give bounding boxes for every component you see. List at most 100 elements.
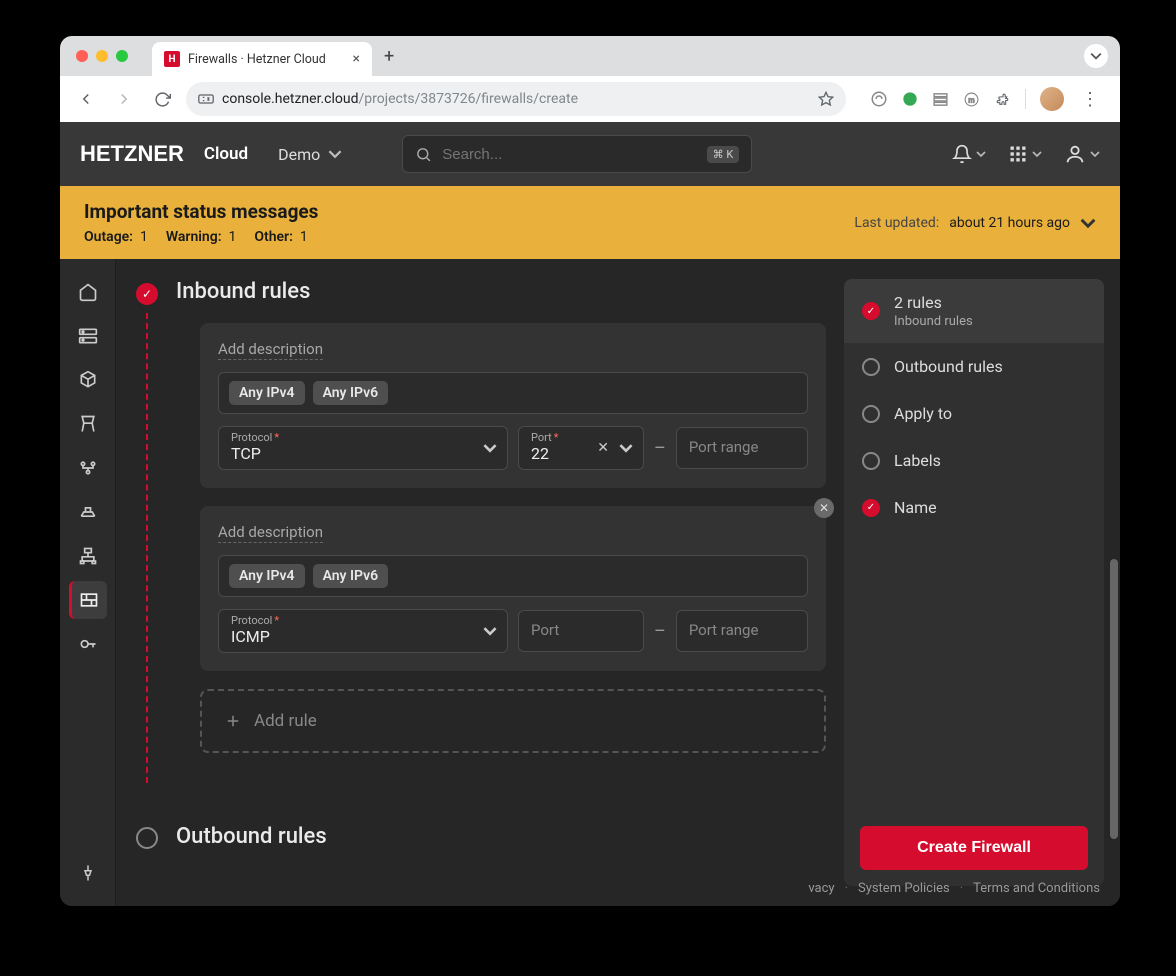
- port-input[interactable]: Port* 22 ✕: [518, 426, 644, 470]
- step-labels[interactable]: Labels: [844, 437, 1104, 484]
- other-count: 1: [300, 229, 308, 245]
- step-outbound[interactable]: Outbound rules: [844, 343, 1104, 390]
- status-title: Important status messages: [84, 200, 318, 223]
- footer-privacy[interactable]: vacy: [808, 881, 834, 896]
- section-bullet-checked: ✓: [136, 283, 158, 305]
- sidebar: [60, 259, 116, 906]
- search-box[interactable]: ⌘ K: [402, 135, 752, 173]
- chevron-down-icon: [483, 624, 497, 638]
- status-expand-button[interactable]: [1080, 215, 1096, 231]
- step-inbound[interactable]: ✓ 2 rules Inbound rules: [844, 279, 1104, 343]
- chevron-down-icon: [976, 149, 986, 159]
- ip-chip[interactable]: Any IPv4: [229, 381, 305, 405]
- scrollbar-thumb[interactable]: [1110, 559, 1118, 839]
- profile-avatar[interactable]: [1040, 87, 1064, 111]
- sidebar-volumes[interactable]: [69, 361, 107, 399]
- ip-chip[interactable]: Any IPv6: [313, 381, 389, 405]
- sidebar-home[interactable]: [69, 273, 107, 311]
- protocol-value: ICMP: [231, 627, 495, 646]
- protocol-select[interactable]: Protocol* ICMP: [218, 609, 508, 653]
- window-zoom[interactable]: [116, 50, 128, 62]
- source-ips-input[interactable]: Any IPv4 Any IPv6: [218, 372, 808, 414]
- bookmark-icon[interactable]: [818, 91, 834, 107]
- updated-value: about 21 hours ago: [949, 215, 1070, 231]
- add-rule-label: Add rule: [254, 711, 317, 731]
- ip-chip[interactable]: Any IPv6: [313, 564, 389, 588]
- remove-rule-button[interactable]: ✕: [814, 498, 834, 518]
- port-value: 22: [531, 444, 631, 463]
- sidebar-item[interactable]: [69, 537, 107, 575]
- nav-back-button[interactable]: [72, 85, 100, 113]
- window-close[interactable]: [76, 50, 88, 62]
- protocol-select[interactable]: Protocol* TCP: [218, 426, 508, 470]
- favicon-icon: H: [164, 51, 180, 67]
- port-input[interactable]: Port: [518, 610, 644, 652]
- add-description-link[interactable]: Add description: [218, 340, 323, 360]
- step-subtitle: Inbound rules: [894, 314, 973, 329]
- notifications-button[interactable]: [952, 144, 986, 164]
- tab-title: Firewalls · Hetzner Cloud: [188, 52, 326, 67]
- extension-icon[interactable]: [870, 90, 888, 108]
- browser-titlebar: H Firewalls · Hetzner Cloud × +: [60, 36, 1120, 76]
- chevron-down-icon: [619, 441, 633, 455]
- apps-button[interactable]: [1008, 144, 1042, 164]
- steps-panel: ✓ 2 rules Inbound rules Outbound rules A…: [844, 279, 1104, 886]
- section-bullet-empty: [136, 827, 158, 849]
- footer-policies[interactable]: System Policies: [858, 881, 950, 896]
- add-rule-button[interactable]: Add rule: [200, 689, 826, 753]
- outbound-rules-title: Outbound rules: [176, 824, 327, 849]
- main-content: ✓ Inbound rules Add description Any IPv4…: [116, 259, 838, 906]
- step-name[interactable]: ✓ Name: [844, 484, 1104, 531]
- rule-card: ✕ Add description Any IPv4 Any IPv6 Prot…: [200, 506, 826, 671]
- step-title: 2 rules: [894, 293, 942, 312]
- sidebar-pin[interactable]: [69, 854, 107, 892]
- source-ips-input[interactable]: Any IPv4 Any IPv6: [218, 555, 808, 597]
- project-switcher[interactable]: Demo: [278, 145, 342, 164]
- app-topbar: HETZNER Cloud Demo ⌘ K: [60, 122, 1120, 186]
- port-placeholder: Port: [531, 615, 631, 645]
- sidebar-floating-ips[interactable]: [69, 449, 107, 487]
- rule-card: Add description Any IPv4 Any IPv6 Protoc…: [200, 323, 826, 488]
- user-menu-button[interactable]: [1064, 143, 1100, 165]
- extensions-button[interactable]: [994, 91, 1011, 108]
- sidebar-networks[interactable]: [69, 493, 107, 531]
- url-box[interactable]: console.hetzner.cloud/projects/3873726/f…: [186, 82, 846, 116]
- brand-logo[interactable]: HETZNER: [80, 141, 184, 167]
- sidebar-firewalls[interactable]: [69, 581, 107, 619]
- add-description-link[interactable]: Add description: [218, 523, 323, 543]
- browser-menu-icon[interactable]: ⋮: [1078, 89, 1102, 110]
- create-firewall-button[interactable]: Create Firewall: [860, 826, 1088, 870]
- footer-terms[interactable]: Terms and Conditions: [973, 881, 1100, 896]
- grid-icon: [1008, 144, 1028, 164]
- sidebar-servers[interactable]: [69, 317, 107, 355]
- protocol-label: Protocol: [231, 431, 272, 444]
- window-controls: [76, 50, 128, 62]
- site-info-icon[interactable]: [198, 92, 214, 106]
- search-shortcut: ⌘ K: [707, 146, 740, 163]
- sidebar-security[interactable]: [69, 625, 107, 663]
- sidebar-loadbalancers[interactable]: [69, 405, 107, 443]
- step-apply[interactable]: Apply to: [844, 390, 1104, 437]
- new-tab-button[interactable]: +: [384, 46, 394, 67]
- window-minimize[interactable]: [96, 50, 108, 62]
- bell-icon: [952, 144, 972, 164]
- warning-label: Warning:: [166, 229, 222, 245]
- port-range-input[interactable]: Port range: [676, 610, 808, 652]
- search-input[interactable]: [442, 146, 696, 163]
- nav-forward-button[interactable]: [110, 85, 138, 113]
- clear-icon[interactable]: ✕: [597, 440, 609, 456]
- tab-list-button[interactable]: [1084, 44, 1108, 68]
- extension-icon[interactable]: m: [963, 91, 980, 108]
- nav-reload-button[interactable]: [148, 85, 176, 113]
- circle-icon: [862, 405, 880, 423]
- tab-close-icon[interactable]: ×: [353, 51, 360, 67]
- user-icon: [1064, 143, 1086, 165]
- extension-icon[interactable]: [932, 91, 949, 108]
- browser-tab[interactable]: H Firewalls · Hetzner Cloud ×: [152, 42, 372, 76]
- port-label: Port: [531, 431, 552, 444]
- outage-count: 1: [140, 229, 148, 245]
- port-range-input[interactable]: Port range: [676, 427, 808, 469]
- ip-chip[interactable]: Any IPv4: [229, 564, 305, 588]
- extension-icon[interactable]: [902, 91, 918, 107]
- outage-label: Outage:: [84, 229, 133, 245]
